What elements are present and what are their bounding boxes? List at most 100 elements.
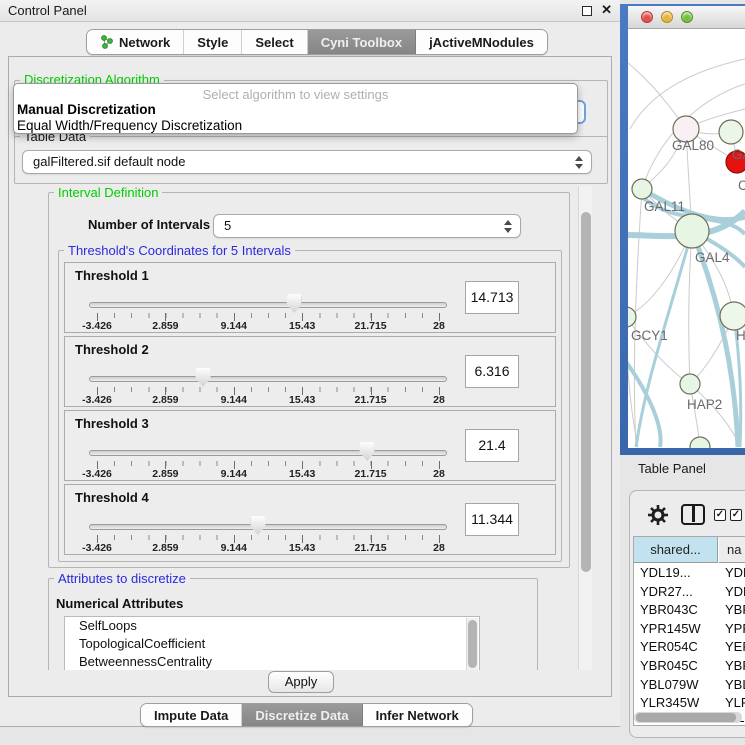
node-gal4[interactable] [675, 214, 709, 248]
threshold-value-field[interactable]: 14.713 [465, 281, 519, 314]
settings-viewport: Interval Definition Number of Intervals … [14, 186, 578, 670]
numerical-attributes-label: Numerical Attributes [56, 596, 183, 611]
node-label-gcy1: GCY1 [631, 328, 668, 343]
thresholds-group-label: Threshold's Coordinates for 5 Intervals [64, 243, 295, 258]
threshold-slider[interactable]: -3.4262.8599.14415.4321.71528 [89, 513, 447, 553]
list-scrollbar-thumb[interactable] [468, 620, 477, 668]
combo-stepper-icon [503, 219, 512, 234]
numerical-attributes-list: SelfLoops TopologicalCoefficient Between… [64, 616, 480, 670]
panel-scrollbar-thumb[interactable] [581, 212, 591, 572]
zoom-traffic-light-icon[interactable] [681, 11, 693, 23]
tab-label: jActiveMNodules [429, 35, 534, 50]
slider-tick-labels: -3.4262.8599.14415.4321.71528 [97, 320, 439, 332]
number-of-intervals-combobox[interactable]: 5 [213, 214, 521, 238]
slider-thumb[interactable] [196, 368, 211, 387]
table-row[interactable]: YDR27...YDR2 [634, 584, 745, 603]
table-panel-title: Table Panel [638, 461, 706, 476]
node-label-gal11: GAL11 [644, 199, 685, 214]
slider-thumb[interactable] [360, 442, 375, 461]
node-label-hap2: HAP2 [687, 397, 722, 412]
node-top-right[interactable] [719, 120, 743, 144]
threshold-panel-2: Threshold 2 -3.4262.8599.14415.4321.7152… [64, 336, 556, 407]
apply-button[interactable]: Apply [268, 671, 334, 693]
node-gcy1[interactable] [628, 307, 636, 327]
tab-label: Discretize Data [255, 708, 348, 723]
number-of-intervals-label: Number of Intervals [88, 217, 210, 232]
slider-ticks [97, 313, 439, 318]
table-row[interactable]: YBL079WYBL0 [634, 677, 745, 696]
dropdown-option-equal-width[interactable]: Equal Width/Frequency Discretization [14, 118, 577, 134]
interval-definition-label: Interval Definition [54, 186, 162, 200]
node-hap2[interactable] [680, 374, 700, 394]
network-icon [100, 35, 114, 49]
tab-label: Infer Network [376, 708, 459, 723]
slider-thumb[interactable] [250, 516, 265, 535]
table-row[interactable]: YBR043CYBR0 [634, 602, 745, 621]
list-item[interactable]: SelfLoops [65, 617, 479, 635]
column-header-shared[interactable]: shared... [634, 537, 718, 563]
control-panel: Control Panel ✕ Network Style Select Cyn… [0, 0, 620, 727]
threshold-name: Threshold 2 [75, 342, 149, 357]
slider-tick-labels: -3.4262.8599.14415.4321.71528 [97, 394, 439, 406]
split-columns-icon[interactable] [681, 504, 705, 525]
node-label-gal4: GAL4 [695, 250, 730, 265]
table-horizontal-scrollbar-thumb[interactable] [636, 713, 736, 722]
control-panel-titlebar: Control Panel ✕ [0, 0, 620, 22]
threshold-slider[interactable]: -3.4262.8599.14415.4321.71528 [89, 439, 447, 479]
slider-ticks [97, 461, 439, 466]
close-traffic-light-icon[interactable] [641, 11, 653, 23]
threshold-slider[interactable]: -3.4262.8599.14415.4321.71528 [89, 365, 447, 405]
slider-tick-labels: -3.4262.8599.14415.4321.71528 [97, 542, 439, 554]
threshold-panel-1: Threshold 1 -3.4262.8599.14415.4321.7152… [64, 262, 556, 333]
tab-style[interactable]: Style [184, 30, 242, 54]
dropdown-option-manual[interactable]: Manual Discretization [14, 102, 577, 118]
tab-network[interactable]: Network [87, 30, 184, 54]
tab-cyni-toolbox[interactable]: Cyni Toolbox [308, 30, 416, 54]
list-item[interactable]: TopologicalCoefficient [65, 635, 479, 653]
slider-ticks [97, 387, 439, 392]
node-label-partial-ga: GA [732, 147, 745, 162]
tab-select[interactable]: Select [242, 30, 307, 54]
node-label-partial-c: C [738, 178, 745, 193]
float-window-icon[interactable] [582, 6, 592, 16]
tab-jactivemnodules[interactable]: jActiveMNodules [416, 30, 547, 54]
table-row[interactable]: YDL19...YDL1 [634, 565, 745, 584]
network-canvas[interactable]: GAL80 GA C GAL11 GAL4 GCY1 H HAP2 [628, 29, 745, 448]
tab-label: Cyni Toolbox [321, 35, 402, 50]
table-row[interactable]: YER054CYER0 [634, 639, 745, 658]
panel-scrollbar[interactable] [578, 186, 592, 670]
table-row[interactable]: YBR045CYBR0 [634, 658, 745, 677]
table-data-value: galFiltered.sif default node [33, 154, 185, 169]
table-data-combobox[interactable]: galFiltered.sif default node [22, 150, 592, 174]
network-graph: GAL80 GA C GAL11 GAL4 GCY1 H HAP2 [628, 29, 745, 448]
threshold-slider[interactable]: -3.4262.8599.14415.4321.71528 [89, 291, 447, 331]
threshold-value-field[interactable]: 11.344 [465, 503, 519, 536]
threshold-value-field[interactable]: 21.4 [465, 429, 519, 462]
minimize-traffic-light-icon[interactable] [661, 11, 673, 23]
list-scrollbar[interactable] [466, 618, 478, 670]
checkbox-icon[interactable]: ✓ [714, 509, 726, 521]
node-attribute-table: shared... na YDL19...YDL1 YDR27...YDR2 Y… [633, 536, 745, 726]
node-bottom-partial[interactable] [690, 437, 710, 448]
node-gal11[interactable] [632, 179, 652, 199]
close-icon[interactable]: ✕ [601, 2, 612, 18]
tab-discretize-data[interactable]: Discretize Data [242, 704, 362, 726]
algorithm-dropdown-popup: Select algorithm to view settings Manual… [13, 83, 578, 134]
tab-impute-data[interactable]: Impute Data [141, 704, 242, 726]
checkbox-icon[interactable]: ✓ [730, 509, 742, 521]
list-item[interactable]: BetweennessCentrality [65, 653, 479, 670]
column-header-name[interactable]: na [719, 537, 745, 563]
slider-ticks [97, 535, 439, 540]
node-label-partial-h: H [736, 328, 745, 343]
threshold-value-field[interactable]: 6.316 [465, 355, 519, 388]
slider-thumb[interactable] [287, 294, 302, 313]
table-row[interactable]: YPR145WYPR1 [634, 621, 745, 640]
network-window-titlebar [628, 6, 745, 29]
node-right-h[interactable] [720, 302, 745, 330]
threshold-panel-3: Threshold 3 -3.4262.8599.14415.4321.7152… [64, 410, 556, 481]
tab-infer-network[interactable]: Infer Network [363, 704, 472, 726]
panel-title: Control Panel [8, 3, 87, 18]
dropdown-placeholder: Select algorithm to view settings [14, 84, 577, 102]
threshold-name: Threshold 1 [75, 268, 149, 283]
gear-icon[interactable] [647, 504, 669, 526]
